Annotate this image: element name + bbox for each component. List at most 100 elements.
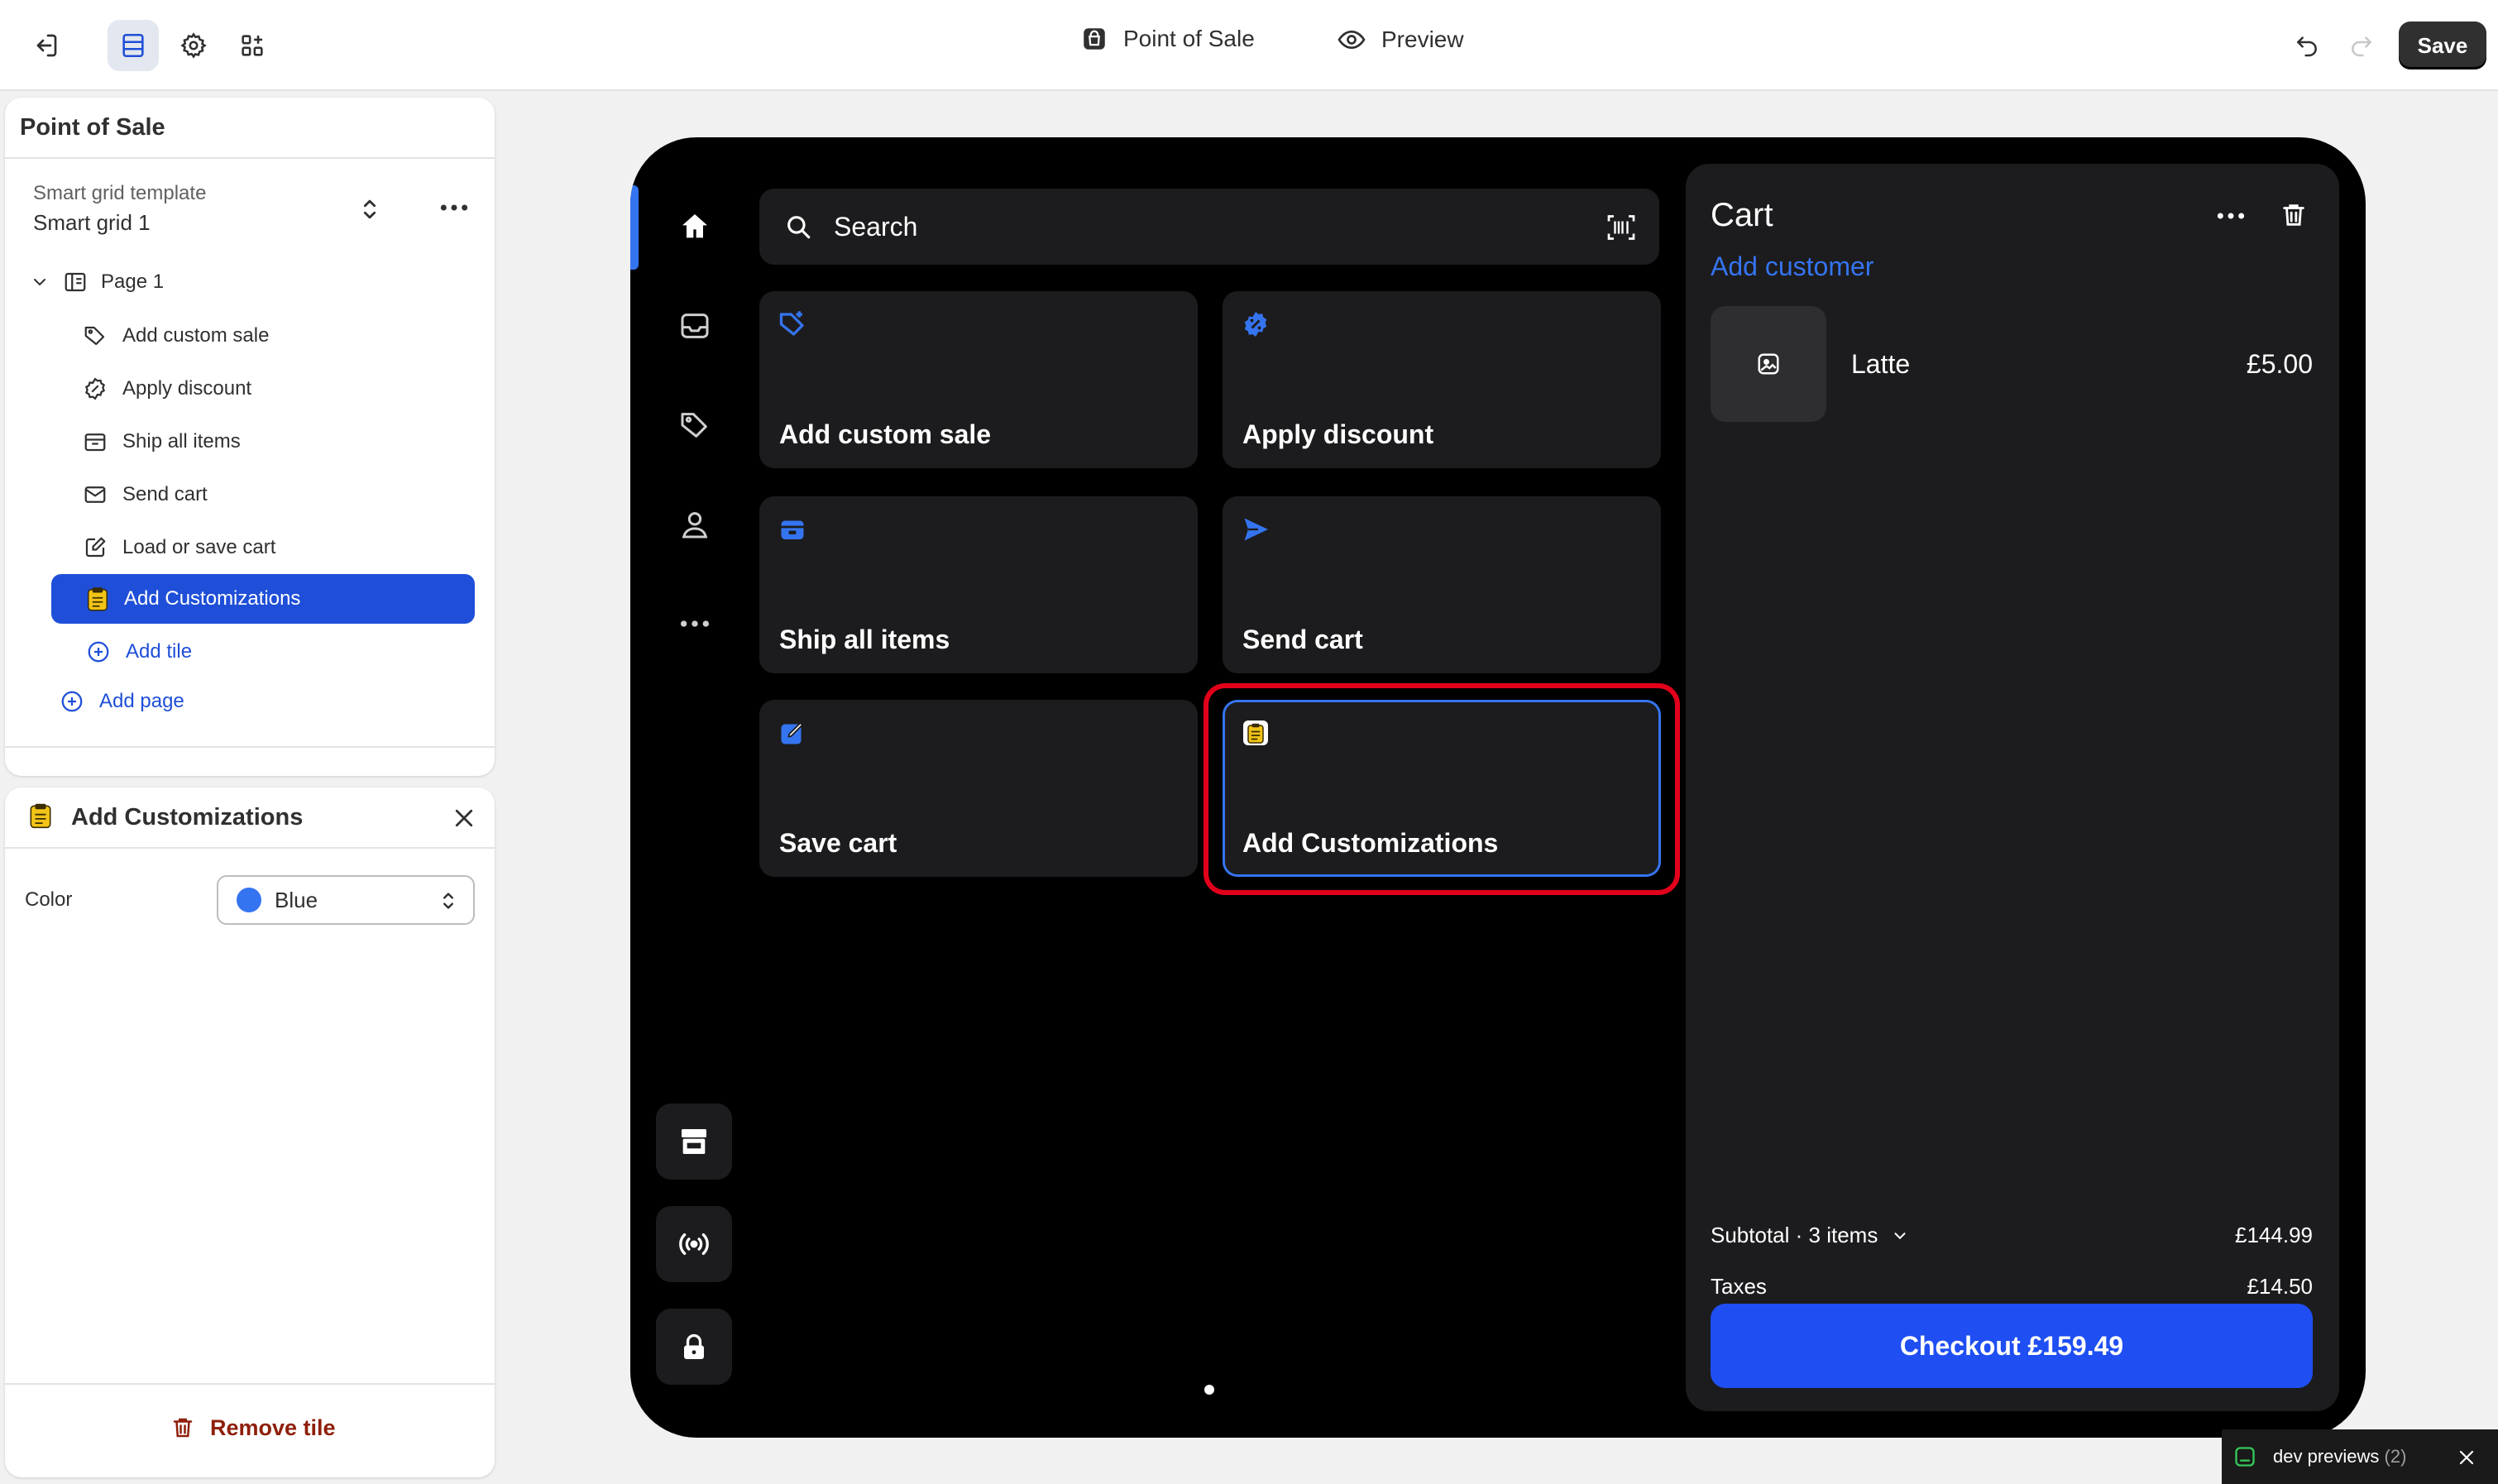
dev-previews-close-button[interactable] <box>2457 1448 2476 1467</box>
taxes-label: Taxes <box>1711 1274 1767 1299</box>
subtotal-row[interactable]: Subtotal · 3 items £144.99 <box>1711 1223 2313 1248</box>
tree-item-add-customizations[interactable]: Add Customizations <box>51 574 475 624</box>
trash-icon <box>2283 204 2304 226</box>
navigator-bottom-divider <box>5 746 495 748</box>
more-horizontal-icon <box>2217 213 2245 219</box>
add-tile-button[interactable]: Add tile <box>86 635 192 668</box>
undo-button[interactable] <box>2283 20 2331 71</box>
page-1-label: Page 1 <box>101 270 165 293</box>
top-bar: Point of Sale Preview Save <box>0 0 2498 91</box>
pos-tile-apply-discount[interactable]: Apply discount <box>1223 291 1661 468</box>
pos-tile-add-custom-sale[interactable]: Add custom sale <box>759 291 1198 468</box>
cart-item-name[interactable]: Latte <box>1851 349 1910 380</box>
apps-button[interactable] <box>227 20 278 71</box>
color-value: Blue <box>275 887 318 912</box>
barcode-scan-button[interactable] <box>1606 213 1636 242</box>
pos-search-bar[interactable]: Search <box>759 189 1659 265</box>
taxes-row: Taxes £14.50 <box>1711 1274 2313 1300</box>
broadcast-icon <box>679 1233 709 1256</box>
more-horizontal-icon <box>440 204 468 211</box>
plus-circle-icon <box>88 641 109 663</box>
add-customer-link[interactable]: Add customer <box>1711 251 1874 282</box>
tab-point-of-sale[interactable]: Point of Sale <box>1080 25 1255 53</box>
template-selector-button[interactable] <box>357 195 382 223</box>
undo-icon <box>2297 36 2317 57</box>
add-page-button[interactable]: Add page <box>60 685 184 718</box>
lock-icon <box>684 1333 704 1359</box>
lock-button[interactable] <box>656 1309 732 1385</box>
pos-search-placeholder: Search <box>834 211 918 242</box>
template-value[interactable]: Smart grid 1 <box>33 210 151 236</box>
pos-tile-save-cart[interactable]: Save cart <box>759 700 1198 877</box>
remove-tile-label: Remove tile <box>210 1415 336 1440</box>
page-1-row[interactable]: Page 1 <box>30 270 164 294</box>
tree-item-ship-all-items[interactable]: Ship all items <box>83 425 241 458</box>
pos-tile-send-cart[interactable]: Send cart <box>1223 496 1661 673</box>
pos-tile-add-customizations[interactable]: Add Customizations <box>1223 700 1661 877</box>
pos-tile-label: Save cart <box>779 828 897 858</box>
dev-previews-chip[interactable]: dev previews (2) <box>2222 1429 2498 1484</box>
settings-button[interactable] <box>168 20 219 71</box>
apps-grid-icon <box>242 35 263 56</box>
chevron-up-down-icon <box>443 893 453 909</box>
tag-plus-icon <box>779 311 804 336</box>
exit-button[interactable] <box>20 20 71 71</box>
pos-tile-label: Send cart <box>1242 625 1363 654</box>
pos-tile-ship-all-items[interactable]: Ship all items <box>759 496 1198 673</box>
close-settings-button[interactable] <box>452 806 476 831</box>
redo-button[interactable] <box>2338 20 2386 71</box>
home-icon <box>682 214 707 238</box>
page-indicator-dot[interactable] <box>1204 1385 1214 1395</box>
tree-item-load-or-save-cart[interactable]: Load or save cart <box>83 531 275 564</box>
more-horizontal-icon <box>681 620 709 627</box>
nav-orders[interactable] <box>670 301 720 351</box>
tree-item-add-custom-sale[interactable]: Add custom sale <box>83 319 269 352</box>
nav-more[interactable] <box>670 599 720 649</box>
tree-item-label: Ship all items <box>122 430 241 452</box>
cart-more-button[interactable] <box>2215 203 2247 228</box>
cart-edit-icon <box>85 537 106 558</box>
pos-device-preview: Search Add custom sale Apply discount Sh… <box>630 137 2366 1438</box>
nav-home[interactable] <box>670 202 720 251</box>
dev-previews-label: dev previews <box>2273 1446 2380 1467</box>
pos-bag-icon <box>1084 28 1105 50</box>
save-button[interactable]: Save <box>2399 22 2486 69</box>
checkout-button[interactable]: Checkout £159.49 <box>1711 1304 2313 1388</box>
navigator-divider <box>5 157 495 159</box>
tag-icon <box>681 413 707 438</box>
hardware-button[interactable] <box>656 1206 732 1282</box>
tab-preview[interactable]: Preview <box>1337 25 1464 55</box>
cart-item-price: £5.00 <box>2246 349 2313 379</box>
tree-item-apply-discount[interactable]: Apply discount <box>83 372 251 405</box>
layout-sections-icon <box>122 33 144 58</box>
color-swatch <box>237 888 261 912</box>
clipboard-icon <box>1243 720 1268 745</box>
color-label: Color <box>25 888 73 911</box>
tree-item-label: Add Customizations <box>124 587 301 610</box>
discount-badge-icon <box>1244 312 1267 337</box>
sections-button[interactable] <box>108 20 159 71</box>
nav-products[interactable] <box>670 400 720 450</box>
cart-panel: Cart Add customer Latte £5.00 Subtotal ·… <box>1686 164 2339 1411</box>
store-button[interactable] <box>656 1103 732 1180</box>
clipboard-icon <box>30 803 51 829</box>
nav-active-indicator <box>630 185 639 270</box>
person-icon <box>682 512 708 539</box>
pos-tile-label: Apply discount <box>1242 419 1434 449</box>
tree-item-label: Send cart <box>122 483 208 505</box>
clear-cart-button[interactable] <box>2280 200 2308 230</box>
tree-item-label: Add custom sale <box>122 324 270 347</box>
color-select[interactable]: Blue <box>217 875 475 925</box>
settings-clipboard-icon-wrap <box>30 802 51 829</box>
settings-footer-divider <box>5 1383 495 1385</box>
template-more-button[interactable] <box>438 195 470 220</box>
tree-item-send-cart[interactable]: Send cart <box>83 478 208 511</box>
remove-tile-button[interactable]: Remove tile <box>170 1415 336 1441</box>
close-icon <box>455 809 473 827</box>
nav-customers[interactable] <box>670 500 720 549</box>
template-label: Smart grid template <box>33 182 207 204</box>
page-layout-icon <box>65 272 86 292</box>
cart-item-thumbnail <box>1711 306 1826 422</box>
subtotal-label: Subtotal · 3 items <box>1711 1223 1878 1247</box>
eye-icon <box>1338 30 1366 50</box>
